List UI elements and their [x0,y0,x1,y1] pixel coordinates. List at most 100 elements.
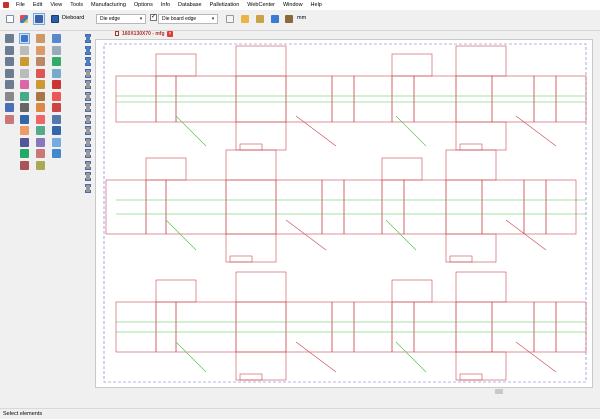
diagonal-crease [395,115,427,147]
hand-icon[interactable] [19,91,30,102]
properties-icon[interactable] [4,114,15,125]
menu-view[interactable]: View [46,0,66,10]
pan-icon[interactable] [4,79,15,90]
cad-file-icon[interactable] [18,13,30,25]
stripping-icon[interactable] [51,114,62,125]
view-icon-13[interactable] [84,171,92,182]
zoom-in-icon[interactable] [4,33,15,44]
mirror-icon[interactable] [35,125,46,136]
properties-icon-glyph [5,114,14,124]
break-icon[interactable] [35,148,46,159]
layout-tool-icon[interactable] [51,56,62,67]
offset-icon[interactable] [35,79,46,90]
arc-icon[interactable] [35,56,46,67]
select-icon[interactable] [4,102,15,113]
view-icon-11[interactable] [84,148,92,159]
move-icon[interactable] [19,68,30,79]
view-icon-2[interactable] [84,45,92,56]
select-chain-icon[interactable] [19,56,30,67]
blank-icon[interactable] [51,45,62,56]
menu-tools[interactable]: Tools [66,0,87,10]
horizontal-scrollbar[interactable] [95,388,593,396]
view-icon-4[interactable] [84,68,92,79]
dieboard-icon[interactable] [49,13,61,25]
view-icon-9[interactable] [84,125,92,136]
grid-icon[interactable] [239,13,251,25]
circle-icon[interactable] [35,68,46,79]
view-icon-14[interactable] [84,183,92,194]
counter-icon[interactable] [51,102,62,113]
pallet-icon[interactable] [283,13,295,25]
document-tab[interactable]: 160X130X70 - mfg [122,30,165,39]
trim-icon[interactable] [35,91,46,102]
blanking-icon[interactable] [51,125,62,136]
view-icon-8[interactable] [84,114,92,125]
select-window-icon-glyph [20,45,29,55]
panel-cut [225,179,277,235]
menu-window[interactable]: Window [279,0,307,10]
measure-icon[interactable] [4,91,15,102]
menu-edit[interactable]: Edit [29,0,46,10]
zoom-window-icon[interactable] [4,56,15,67]
view-icon-10[interactable] [84,137,92,148]
tool-icon[interactable] [254,13,266,25]
view-icon-6[interactable] [84,91,92,102]
strip-icon[interactable] [51,33,62,44]
select-window-icon[interactable] [19,45,30,56]
close-icon[interactable]: × [167,31,173,37]
menu-help[interactable]: Help [307,0,326,10]
plate-icon[interactable] [51,148,62,159]
bridge-icon[interactable] [19,148,30,159]
pointer-icon[interactable] [19,33,30,44]
rotate-icon[interactable] [19,79,30,90]
view-icon-7[interactable] [84,102,92,113]
join-icon[interactable] [35,160,46,171]
view-icon-5[interactable] [84,79,92,90]
nest-icon[interactable] [51,68,62,79]
menu-options[interactable]: Options [130,0,157,10]
chevron-down-icon: ▾ [139,16,143,22]
rubber-icon[interactable] [19,160,30,171]
menu-file[interactable]: File [12,0,29,10]
book-icon[interactable] [269,13,281,25]
diagonal-crease [175,115,207,147]
die-board-edge-combo[interactable]: Die board edge ▾ [158,14,218,24]
view-icon-1[interactable] [84,33,92,44]
layout-icon[interactable] [224,13,236,25]
cutting-icon[interactable] [51,79,62,90]
die-edge-combo[interactable]: Die edge ▾ [96,14,146,24]
die-board-border [103,43,587,383]
print-icon[interactable] [19,102,30,113]
menu-webcenter[interactable]: WebCenter [243,0,279,10]
rectangle-icon[interactable] [35,45,46,56]
tool-palette [0,31,94,401]
plate-icon-glyph [52,149,61,158]
view-icon-12[interactable] [84,160,92,171]
line-icon[interactable] [35,33,46,44]
save-icon[interactable] [33,13,45,25]
dimension-icon[interactable] [19,137,30,148]
fillet-icon[interactable] [35,114,46,125]
ejection-icon[interactable] [51,137,62,148]
horizontal-scroll-thumb[interactable] [495,389,503,394]
join-icon-glyph [36,160,45,170]
text-icon[interactable] [19,114,30,125]
punch-icon[interactable] [51,91,62,102]
array-icon[interactable] [35,137,46,148]
rotate-icon-glyph [20,80,29,89]
drawing-canvas[interactable] [95,39,593,388]
chevron-down-icon: ▾ [211,16,215,22]
extend-icon[interactable] [35,102,46,113]
layer-icon[interactable] [19,125,30,136]
vertical-scrollbar[interactable] [593,39,600,388]
die-board-edge-checkbox[interactable]: ✓ [150,14,157,21]
menu-manufacturing[interactable]: Manufacturing [87,0,130,10]
zoom-out-icon[interactable] [4,45,15,56]
menu-info[interactable]: Info [157,0,174,10]
zoom-previous-icon[interactable] [4,68,15,79]
menu-palletization[interactable]: Palletization [206,0,244,10]
new-file-icon[interactable] [4,13,16,25]
menu-database[interactable]: Database [174,0,206,10]
panel-cut [145,179,167,235]
view-icon-3[interactable] [84,56,92,67]
